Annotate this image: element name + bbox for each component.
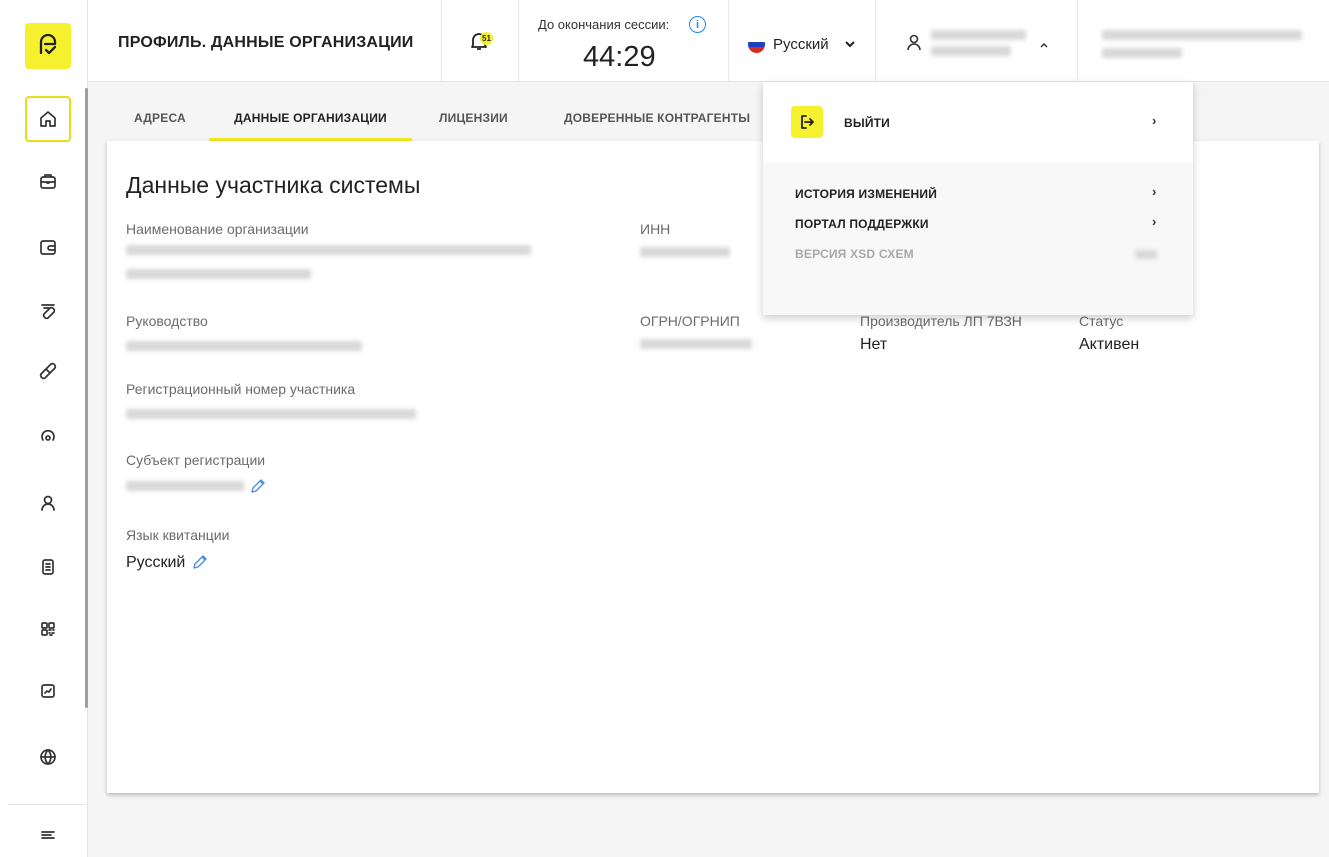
qr-code-icon — [41, 622, 55, 636]
inn-label: ИНН — [640, 221, 671, 237]
ogrn-label: ОГРН/ОГРНИП — [640, 313, 740, 329]
history-menu-item[interactable]: ИСТОРИЯ ИЗМЕНЕНИЙ — [795, 187, 937, 201]
user-menu-toggle[interactable] — [876, 0, 1078, 82]
manufacturer-label: Производитель ЛП 7ВЗН — [860, 313, 1022, 329]
sidebar-menu-toggle[interactable] — [25, 812, 71, 857]
russia-flag-icon — [748, 36, 765, 53]
chart-icon — [41, 684, 55, 698]
sidebar-item-analytics[interactable] — [25, 668, 71, 714]
pill-crossed-icon — [41, 304, 56, 320]
sidebar-item-medicine[interactable] — [25, 288, 71, 334]
organization-name-redacted — [1102, 30, 1302, 40]
edit-pencil-icon[interactable] — [249, 478, 266, 495]
document-list-icon — [42, 559, 54, 575]
language-selector[interactable]: Русский — [729, 0, 876, 82]
sidebar-item-home[interactable] — [25, 96, 71, 142]
receipt-lang-label: Язык квитанции — [126, 527, 230, 543]
management-redacted — [126, 341, 362, 351]
sidebar-item-pill[interactable] — [25, 348, 71, 394]
chevron-right-icon: › — [1152, 214, 1157, 229]
language-label: Русский — [773, 36, 829, 53]
xsd-version-redacted — [1135, 250, 1157, 259]
sidebar-item-sync[interactable] — [25, 414, 71, 460]
user-icon — [907, 34, 921, 51]
org-name-redacted — [126, 245, 531, 255]
briefcase-icon — [40, 174, 56, 189]
sidebar-scrollbar[interactable] — [85, 88, 88, 708]
receipt-lang-value: Русский — [126, 554, 186, 571]
management-label: Руководство — [126, 313, 208, 329]
sidebar-item-user[interactable] — [25, 480, 71, 526]
org-name-label: Наименование организации — [126, 221, 309, 237]
tab-organization-data[interactable]: ДАННЫЕ ОРГАНИЗАЦИИ — [209, 95, 412, 141]
header-title-cell: ПРОФИЛЬ. ДАННЫЕ ОРГАНИЗАЦИИ — [88, 0, 442, 82]
ogrn-redacted — [640, 339, 752, 349]
xsd-version-label: ВЕРСИЯ XSD СХЕМ — [795, 247, 914, 261]
session-cell: До окончания сессии: i 44:29 — [519, 0, 729, 82]
tab-trusted-counterparties[interactable]: ДОВЕРЕННЫЕ КОНТРАГЕНТЫ — [564, 95, 750, 141]
wallet-icon — [40, 240, 56, 255]
chevron-down-icon — [845, 41, 855, 48]
tab-licenses[interactable]: ЛИЦЕНЗИИ — [439, 95, 508, 141]
inn-redacted — [640, 247, 730, 257]
pill-icon — [39, 362, 57, 380]
tab-addresses[interactable]: АДРЕСА — [134, 95, 186, 141]
user-icon — [41, 495, 55, 511]
manufacturer-value: Нет — [860, 336, 888, 353]
globe-icon — [40, 749, 56, 765]
sidebar-divider — [8, 804, 86, 805]
home-icon — [40, 111, 56, 127]
reg-number-label: Регистрационный номер участника — [126, 381, 356, 397]
org-name-redacted-line2 — [126, 269, 311, 279]
sidebar-item-briefcase[interactable] — [25, 158, 71, 204]
organization-sub-redacted — [1102, 48, 1182, 58]
chevron-right-icon: › — [1152, 184, 1157, 199]
logout-row[interactable]: ВЫЙТИ › — [763, 82, 1193, 162]
top-header: ПРОФИЛЬ. ДАННЫЕ ОРГАНИЗАЦИИ 51 До оконча… — [88, 0, 1329, 82]
hamburger-menu-icon — [41, 831, 55, 839]
logo-icon — [39, 33, 57, 55]
session-timer: 44:29 — [583, 41, 656, 73]
sidebar-item-wallet[interactable] — [25, 224, 71, 270]
user-dropdown-menu: ВЫЙТИ › ИСТОРИЯ ИЗМЕНЕНИЙ › ПОРТАЛ ПОДДЕ… — [763, 82, 1193, 315]
user-name-redacted — [931, 30, 1026, 40]
sidebar-item-documents[interactable] — [25, 544, 71, 590]
app-logo[interactable] — [25, 23, 71, 69]
info-icon[interactable]: i — [689, 16, 706, 33]
page-title: ПРОФИЛЬ. ДАННЫЕ ОРГАНИЗАЦИИ — [118, 34, 414, 51]
logout-icon — [791, 106, 823, 138]
sidebar — [0, 0, 88, 857]
reg-subject-redacted — [126, 481, 244, 491]
reg-subject-label: Субъект регистрации — [126, 452, 266, 468]
sidebar-item-globe[interactable] — [25, 734, 71, 780]
sync-icon — [41, 429, 55, 441]
status-value: Активен — [1079, 336, 1140, 353]
status-label: Статус — [1079, 313, 1124, 329]
edit-pencil-icon[interactable] — [191, 554, 208, 571]
support-portal-menu-item[interactable]: ПОРТАЛ ПОДДЕРЖКИ — [795, 217, 929, 231]
reg-number-redacted — [126, 409, 416, 419]
user-role-redacted — [931, 46, 1011, 56]
chevron-right-icon: › — [1152, 113, 1157, 128]
card-title: Данные участника системы — [126, 172, 421, 198]
session-label: До окончания сессии: — [538, 17, 670, 32]
sidebar-item-qr[interactable] — [25, 606, 71, 652]
logout-label: ВЫЙТИ — [844, 116, 890, 130]
notifications-badge: 51 — [480, 32, 493, 45]
chevron-up-icon — [1040, 42, 1048, 48]
